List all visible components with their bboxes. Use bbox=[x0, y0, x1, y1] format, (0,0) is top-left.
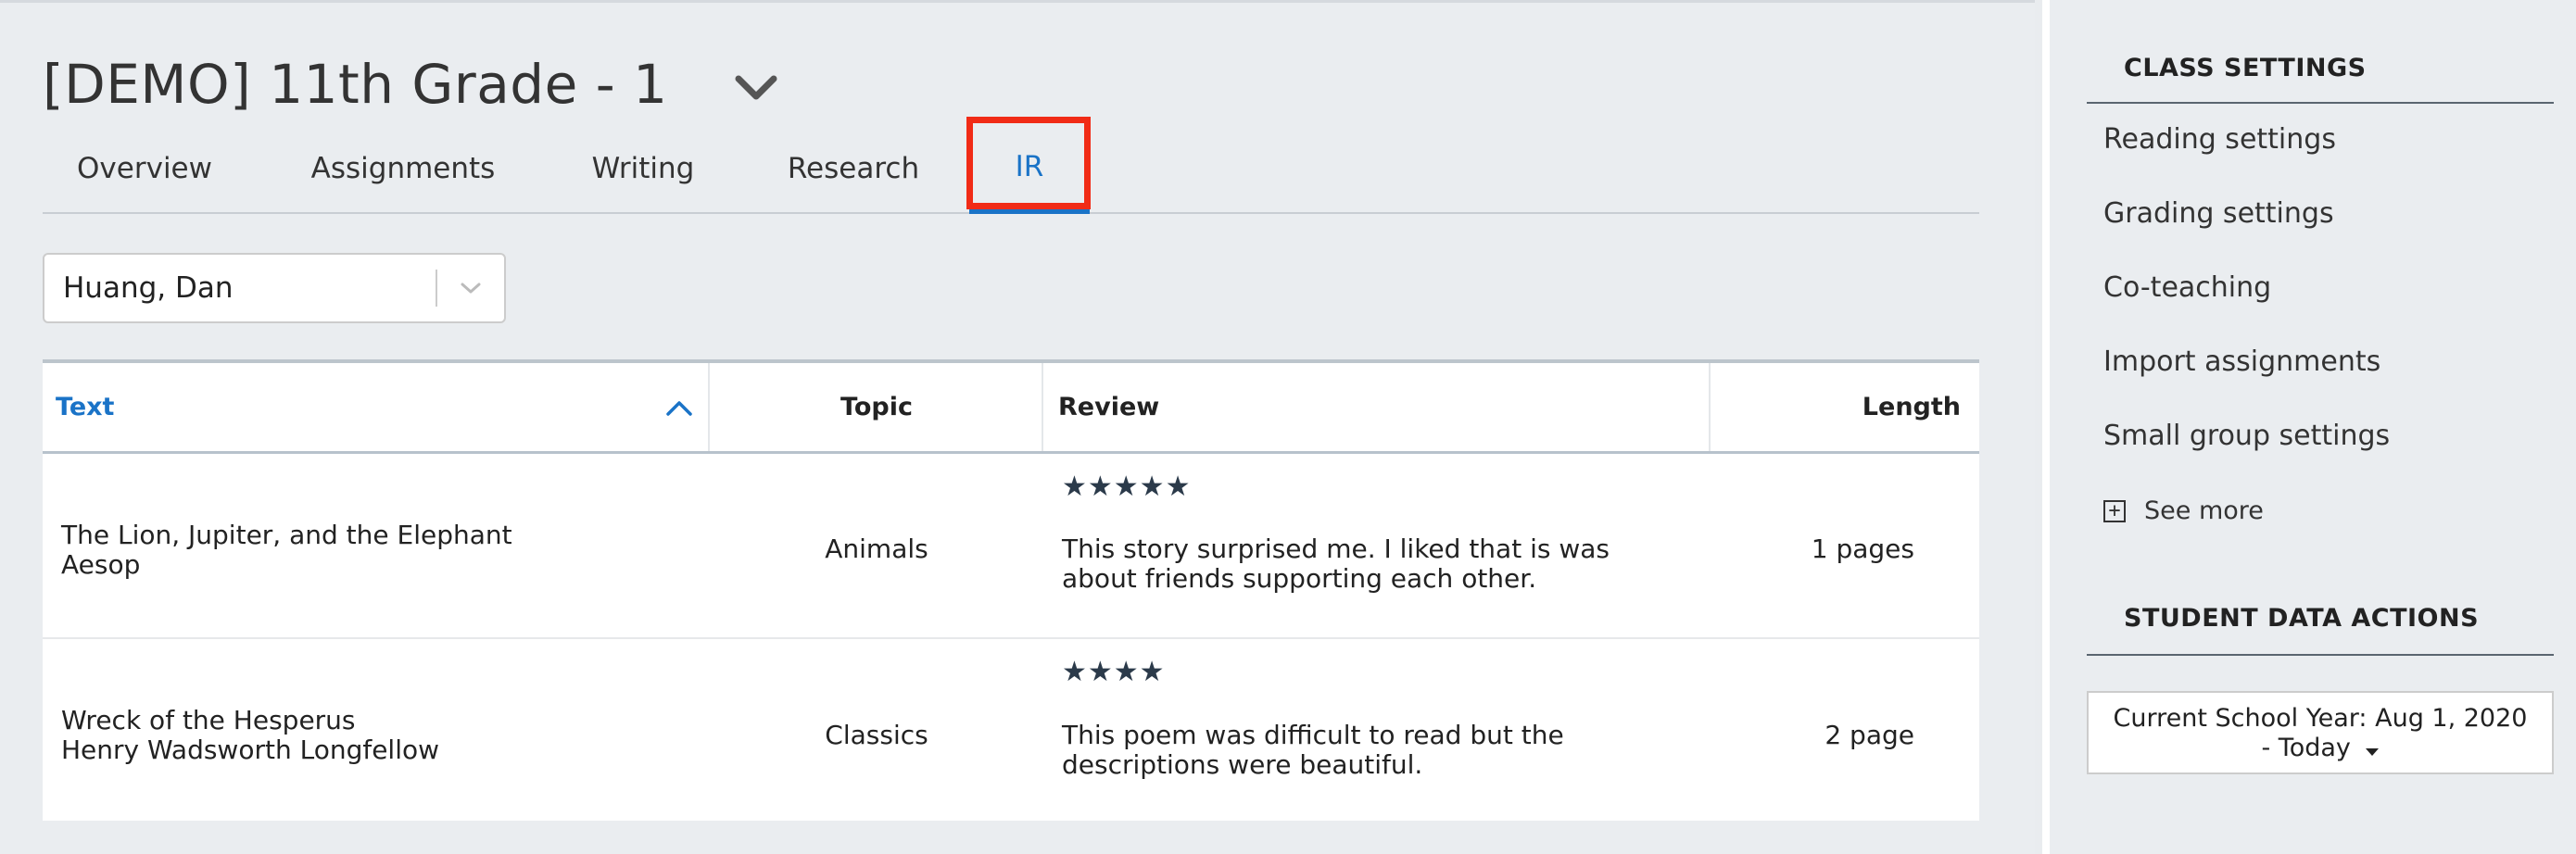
chevron-up-icon[interactable] bbox=[665, 396, 693, 424]
column-header-text[interactable]: Text bbox=[56, 363, 695, 451]
topic-cell: Animals bbox=[825, 534, 928, 564]
chevron-down-icon[interactable] bbox=[730, 62, 782, 114]
tab-overview[interactable]: Overview bbox=[77, 123, 212, 214]
column-header-review-label: Review bbox=[1058, 393, 1160, 421]
length-cell: 1 pages bbox=[1811, 534, 1914, 564]
column-header-review[interactable]: Review bbox=[1058, 363, 1614, 451]
see-more-button[interactable]: + See more bbox=[2103, 496, 2264, 525]
book-author: Aesop bbox=[61, 549, 141, 580]
table-row[interactable]: Wreck of the Hesperus Henry Wadsworth Lo… bbox=[43, 641, 1979, 824]
tab-assignments[interactable]: Assignments bbox=[306, 123, 500, 214]
column-header-length-label: Length bbox=[1862, 393, 1961, 421]
book-title: The Lion, Jupiter, and the Elephant bbox=[61, 520, 512, 550]
star-rating: ★★★★ bbox=[1062, 656, 1166, 688]
column-header-text-label: Text bbox=[56, 393, 115, 421]
grading-settings-link[interactable]: Grading settings bbox=[2103, 197, 2334, 230]
review-line: This poem was difficult to read but the bbox=[1062, 720, 1564, 750]
tab-research[interactable]: Research bbox=[784, 123, 923, 214]
class-settings-heading: CLASS SETTINGS bbox=[2087, 54, 2554, 104]
reading-settings-link[interactable]: Reading settings bbox=[2103, 123, 2336, 156]
school-year-line1: Current School Year: Aug 1, 2020 bbox=[2113, 704, 2528, 733]
school-year-today: - Today bbox=[2261, 734, 2351, 762]
topic-cell: Classics bbox=[825, 720, 928, 750]
column-header-topic-label: Topic bbox=[840, 393, 913, 421]
column-divider bbox=[1042, 363, 1043, 451]
student-select[interactable]: Huang, Dan bbox=[43, 253, 506, 323]
table-header: Text Topic Review Length bbox=[43, 363, 1979, 454]
school-year-line2: - Today bbox=[2089, 734, 2552, 764]
review-cell: This story surprised me. I liked that is… bbox=[1062, 534, 1610, 594]
star-rating: ★★★★★ bbox=[1062, 471, 1192, 503]
plus-box-icon: + bbox=[2103, 499, 2126, 522]
book-author: Henry Wadsworth Longfellow bbox=[61, 735, 440, 765]
column-header-length[interactable]: Length bbox=[1711, 363, 1961, 451]
text-cell: Wreck of the Hesperus Henry Wadsworth Lo… bbox=[61, 706, 439, 765]
review-line: This story surprised me. I liked that is… bbox=[1062, 534, 1610, 564]
review-cell: This poem was difficult to read but the … bbox=[1062, 721, 1564, 780]
book-title: Wreck of the Hesperus bbox=[61, 705, 356, 735]
class-title: [DEMO] 11th Grade - 1 bbox=[43, 53, 668, 116]
class-header: [DEMO] 11th Grade - 1 bbox=[43, 47, 782, 121]
tab-bar: Overview Assignments Writing Research IR bbox=[43, 123, 1979, 214]
right-sidebar: CLASS SETTINGS Reading settings Grading … bbox=[2042, 0, 2576, 854]
length-cell: 2 page bbox=[1825, 720, 1914, 750]
student-select-value: Huang, Dan bbox=[63, 271, 234, 305]
school-year-select[interactable]: Current School Year: Aug 1, 2020 - Today bbox=[2087, 691, 2554, 774]
ir-table: Text Topic Review Length The Lion, Jupit… bbox=[43, 359, 1979, 821]
tab-ir[interactable]: IR bbox=[969, 123, 1090, 214]
tab-writing[interactable]: Writing bbox=[587, 123, 699, 214]
table-row[interactable]: The Lion, Jupiter, and the Elephant Aeso… bbox=[43, 454, 1979, 639]
see-more-label: See more bbox=[2144, 496, 2264, 525]
chevron-down-icon[interactable] bbox=[437, 255, 504, 321]
student-data-actions-heading: STUDENT DATA ACTIONS bbox=[2087, 604, 2554, 656]
small-group-settings-link[interactable]: Small group settings bbox=[2103, 420, 2390, 452]
column-header-topic[interactable]: Topic bbox=[710, 363, 1043, 451]
review-line: about friends supporting each other. bbox=[1062, 563, 1537, 594]
caret-down-icon bbox=[2365, 735, 2380, 764]
main-content: [DEMO] 11th Grade - 1 Overview Assignmen… bbox=[0, 0, 2035, 854]
co-teaching-link[interactable]: Co-teaching bbox=[2103, 271, 2271, 304]
review-line: descriptions were beautiful. bbox=[1062, 749, 1423, 780]
import-assignments-link[interactable]: Import assignments bbox=[2103, 345, 2380, 378]
text-cell: The Lion, Jupiter, and the Elephant Aeso… bbox=[61, 521, 512, 580]
